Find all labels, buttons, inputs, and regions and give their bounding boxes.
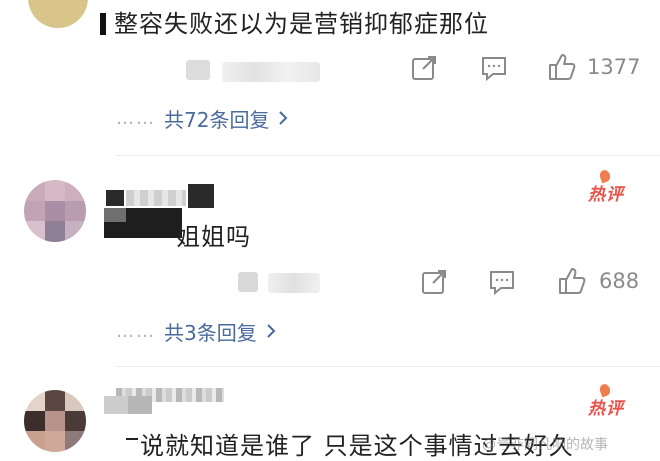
like-button[interactable]: 1377: [547, 52, 640, 82]
comment-text: 整容失败还以为是营销抑郁症那位: [100, 4, 489, 39]
redaction-block: [126, 438, 138, 440]
comment-button[interactable]: [480, 55, 508, 81]
divider: [116, 366, 660, 367]
replies-count: 共72条回复: [164, 108, 270, 132]
replies-count: 共3条回复: [164, 321, 257, 345]
share-button[interactable]: [410, 54, 438, 82]
comment-meta-blurred: [238, 272, 258, 292]
comment-meta-blurred: [268, 273, 320, 293]
redaction-mosaic: [104, 396, 128, 414]
avatar[interactable]: [24, 390, 86, 452]
chevron-right-icon: [277, 107, 289, 131]
ellipsis-dots: ……: [116, 108, 156, 129]
share-edit-icon: [412, 56, 436, 80]
view-replies-link[interactable]: …… 共72条回复: [116, 104, 289, 133]
thumbs-up-icon: [549, 54, 576, 80]
redaction-mosaic: [128, 396, 152, 414]
like-button[interactable]: 688: [557, 266, 639, 296]
thumbs-up-icon: [559, 268, 586, 294]
like-count: 1377: [587, 55, 641, 79]
comment-icon: [490, 271, 514, 295]
comment-icon: [482, 57, 506, 81]
hot-comment-badge: 热评: [588, 180, 624, 205]
comment-button[interactable]: [488, 269, 516, 295]
hot-comment-badge: 热评: [588, 394, 624, 419]
ellipsis-dots: ……: [116, 321, 156, 342]
share-button[interactable]: [420, 268, 448, 296]
username-redacted: [106, 184, 214, 208]
view-replies-link[interactable]: …… 共3条回复: [116, 317, 277, 346]
avatar[interactable]: [24, 180, 86, 242]
redaction-mosaic: [104, 208, 126, 222]
chevron-right-icon: [265, 320, 277, 344]
watermark: @号非同凡响的故事: [482, 437, 608, 453]
comment-meta-blurred: [222, 62, 320, 82]
divider: [116, 155, 660, 156]
like-count: 688: [599, 269, 640, 293]
share-edit-icon: [422, 270, 446, 294]
comment-text: 姐姐吗: [176, 223, 251, 251]
comment-meta-blurred: [186, 60, 210, 80]
redaction-bar: [100, 13, 106, 35]
avatar[interactable]: [28, 0, 88, 28]
